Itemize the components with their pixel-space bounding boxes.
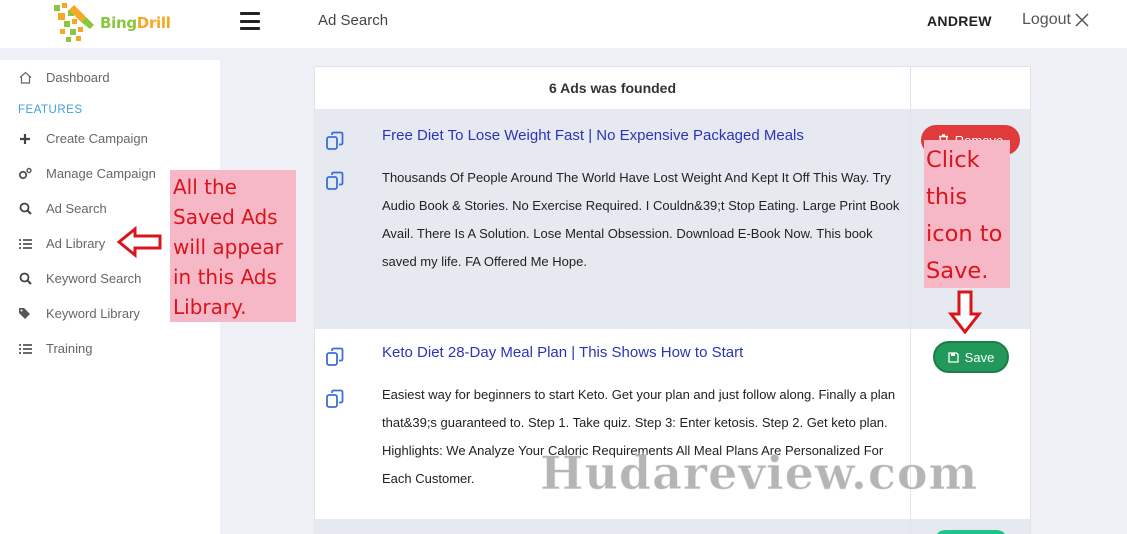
- sidebar-item-ad-library[interactable]: Ad Library: [18, 236, 105, 251]
- copy-icon[interactable]: [325, 131, 345, 151]
- ad-title-link[interactable]: Free Diet To Lose Weight Fast | No Expen…: [382, 127, 804, 144]
- list-icon: [18, 342, 32, 356]
- home-icon: [18, 71, 32, 85]
- app-logo[interactable]: BingDrill: [50, 0, 171, 46]
- sidebar-item-training[interactable]: Training: [18, 341, 92, 356]
- watermark-text: Hudareview.com: [539, 446, 979, 501]
- close-icon: [1075, 13, 1089, 27]
- drill-logo-icon: [50, 1, 98, 45]
- annotation-note-ad-library: All the Saved Ads will appear in this Ad…: [170, 170, 296, 322]
- features-section-label: FEATURES: [18, 104, 83, 116]
- gears-icon: [18, 167, 32, 181]
- floppy-disk-icon: [948, 351, 959, 363]
- sidebar-item-label: Ad Library: [46, 236, 106, 251]
- sidebar-item-label: Create Campaign: [46, 131, 148, 146]
- sidebar-item-dashboard[interactable]: Dashboard: [18, 70, 110, 85]
- results-count-heading: 6 Ads was founded: [548, 80, 677, 96]
- sidebar-item-ad-search[interactable]: Ad Search: [18, 201, 107, 216]
- breadcrumb: Ad Search: [318, 12, 389, 29]
- copy-icon[interactable]: [325, 347, 345, 367]
- save-button[interactable]: Save: [933, 341, 1009, 373]
- top-bar: BingDrill Ad Search ANDREW Logout: [0, 0, 1127, 48]
- search-icon: [18, 202, 32, 216]
- ad-description: Thousands Of People Around The World Hav…: [382, 170, 900, 269]
- sidebar-item-label: Keyword Library: [46, 306, 140, 321]
- annotation-note-save: Click this icon to Save.: [924, 140, 1010, 288]
- sidebar-item-manage-campaign[interactable]: Manage Campaign: [18, 166, 156, 181]
- sidebar-item-keyword-library[interactable]: Keyword Library: [18, 306, 140, 321]
- tags-icon: [18, 307, 32, 321]
- sidebar-item-label: Manage Campaign: [46, 166, 156, 181]
- sidebar-item-label: Keyword Search: [46, 271, 142, 286]
- table-row: [315, 519, 1030, 534]
- list-icon: [18, 237, 32, 251]
- sidebar-item-keyword-search[interactable]: Keyword Search: [18, 271, 141, 286]
- copy-icon[interactable]: [325, 171, 345, 191]
- search-icon: [18, 272, 32, 286]
- sidebar-item-create-campaign[interactable]: Create Campaign: [18, 131, 148, 146]
- save-button[interactable]: [935, 530, 1007, 534]
- annotation-arrow-left-icon: [116, 225, 163, 263]
- plus-icon: [18, 132, 32, 146]
- sidebar-item-label: Ad Search: [46, 201, 107, 216]
- ad-title-link[interactable]: Keto Diet 28-Day Meal Plan | This Shows …: [382, 344, 743, 361]
- sidebar-item-label: Training: [46, 341, 93, 356]
- logo-wordmark: BingDrill: [100, 14, 171, 32]
- logout-button[interactable]: Logout: [1022, 11, 1089, 29]
- menu-toggle-icon[interactable]: [240, 12, 260, 30]
- copy-icon[interactable]: [325, 389, 345, 409]
- annotation-arrow-down-icon: [947, 290, 983, 339]
- username-label[interactable]: ANDREW: [927, 13, 992, 29]
- sidebar-item-label: Dashboard: [46, 70, 110, 85]
